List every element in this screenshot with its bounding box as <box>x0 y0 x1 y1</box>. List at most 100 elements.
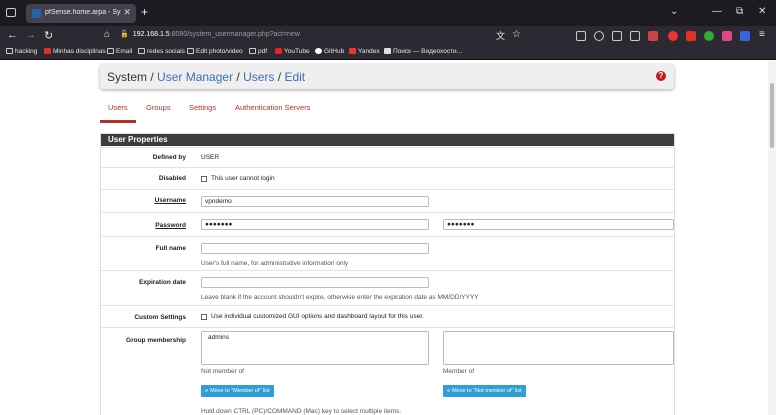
breadcrumb-users[interactable]: Users <box>243 70 274 84</box>
history-icon[interactable] <box>594 31 604 41</box>
full-name-input[interactable] <box>201 243 429 254</box>
form-row-full-name: Full name User's full name, for administ… <box>101 236 674 270</box>
move-to-member-button[interactable]: » Move to "Member of" list <box>201 385 274 397</box>
group-membership-label: Group membership <box>126 337 186 344</box>
full-name-label: Full name <box>155 245 186 252</box>
not-member-of-list[interactable]: admins <box>201 331 429 365</box>
custom-settings-checkbox[interactable] <box>201 314 207 320</box>
expiration-input[interactable] <box>201 277 429 288</box>
folder-icon <box>6 48 13 54</box>
extensions-icon[interactable] <box>612 31 622 41</box>
adblock-icon[interactable] <box>686 31 696 41</box>
url-host: 192.168.1.5 <box>132 31 170 38</box>
breadcrumb-user-manager[interactable]: User Manager <box>157 70 233 84</box>
list-tabs-icon[interactable]: ⌄ <box>670 6 678 17</box>
move-to-not-member-button[interactable]: «Move to "Not member of" list <box>443 385 526 397</box>
group-option-admins[interactable]: admins <box>208 334 422 341</box>
member-of-caption: Member of <box>443 368 475 375</box>
bookmark-item[interactable]: redes sociais <box>138 48 185 55</box>
breadcrumb-edit[interactable]: Edit <box>284 70 305 84</box>
close-window-icon[interactable]: ✕ <box>758 6 766 17</box>
form-row-disabled: Disabled This user cannot login <box>101 167 674 189</box>
folder-icon <box>107 48 114 54</box>
bookmark-item[interactable]: Minhas disciplinas <box>44 48 106 55</box>
defined-by-label: Defined by <box>152 154 186 161</box>
user-properties-panel: User Properties Defined by USER Disabled… <box>100 133 675 415</box>
shield-icon[interactable] <box>704 31 714 41</box>
custom-settings-label: Custom Settings <box>134 314 186 321</box>
pocket-icon[interactable] <box>576 31 586 41</box>
password-input[interactable]: ●●●●●●● <box>201 219 429 230</box>
username-label: Username <box>154 197 186 204</box>
password-label: Password <box>155 222 186 229</box>
menu-icon[interactable]: ≡ <box>759 29 765 40</box>
disabled-checkbox[interactable] <box>201 176 207 182</box>
bookmarks-bar: hacking Minhas disciplinas Email redes s… <box>0 46 776 60</box>
bookmark-item[interactable]: YouTube <box>275 48 310 55</box>
tab-title: pfSense.home.arpa - System: U <box>45 9 121 16</box>
custom-settings-checkbox-label: Use individual customized GUI options an… <box>211 313 424 320</box>
member-of-list[interactable] <box>443 331 674 365</box>
bookmark-item[interactable]: GitHub <box>315 48 344 55</box>
help-icon[interactable]: ? <box>656 71 666 81</box>
form-row-custom-settings: Custom Settings Use individual customize… <box>101 305 674 327</box>
breadcrumb-separator: / <box>233 70 244 84</box>
breadcrumb-system: System <box>107 70 148 84</box>
reload-icon[interactable]: ↻ <box>44 29 53 42</box>
restore-icon[interactable]: ⧉ <box>736 6 743 17</box>
ext-blue-icon[interactable] <box>740 31 750 41</box>
form-row-password: Password ●●●●●●● ●●●●●●● <box>101 212 674 236</box>
tab-authentication-servers[interactable]: Authentication Servers <box>235 103 310 123</box>
expiration-help: Leave blank if the account shouldn't exp… <box>201 294 479 301</box>
url-path: :8080/system_usermanager.php?act=new <box>169 31 300 38</box>
bookmark-item[interactable]: pdf <box>249 48 267 55</box>
forward-icon[interactable]: → <box>25 29 36 41</box>
browser-tab[interactable]: pfSense.home.arpa - System: U ✕ <box>26 4 136 23</box>
panel-title: User Properties <box>101 134 674 146</box>
bookmark-item[interactable]: Edit photo/video <box>187 48 243 55</box>
browser-nav-bar: ← → ↻ ⌂ 🔓 192.168.1.5:8080/system_userman… <box>0 26 776 46</box>
ext-red-icon[interactable] <box>648 31 658 41</box>
url-bar[interactable]: 🔓 192.168.1.5:8080/system_usermanager.php… <box>120 30 500 43</box>
breadcrumb: System / User Manager / Users / Edit ? <box>100 64 674 89</box>
bookmark-star-icon[interactable]: ☆ <box>512 29 521 40</box>
form-row-defined-by: Defined by USER <box>101 147 674 167</box>
bookmark-item[interactable]: Email <box>107 48 132 55</box>
window-menu-icon[interactable] <box>6 8 16 17</box>
folder-icon <box>187 48 194 54</box>
ext-record-icon[interactable] <box>668 31 678 41</box>
new-tab-button[interactable]: + <box>141 5 148 19</box>
tab-users[interactable]: Users <box>100 103 136 123</box>
minimize-icon[interactable]: — <box>712 6 722 17</box>
ext-pink-icon[interactable] <box>722 31 732 41</box>
folder-icon <box>138 48 145 54</box>
tab-settings[interactable]: Settings <box>189 103 216 123</box>
tab-groups[interactable]: Groups <box>146 103 171 123</box>
bookmark-item[interactable]: hacking <box>6 48 37 55</box>
not-member-of-caption: Not member of <box>201 368 244 375</box>
translate-icon[interactable]: 文 <box>496 29 505 42</box>
insecure-lock-icon: 🔓 <box>120 31 129 38</box>
close-tab-icon[interactable]: ✕ <box>123 7 131 18</box>
browser-tab-bar: pfSense.home.arpa - System: U ✕ + ⌄ — ⧉ … <box>0 0 776 26</box>
username-input[interactable]: vpndemo <box>201 196 429 207</box>
double-chevron-right-icon: » <box>205 388 209 394</box>
screenshot-icon[interactable] <box>630 31 640 41</box>
github-icon <box>315 48 322 54</box>
page-content: System / User Manager / Users / Edit ? U… <box>0 61 776 415</box>
back-icon[interactable]: ← <box>7 29 18 41</box>
defined-by-value: USER <box>201 154 220 161</box>
home-icon[interactable]: ⌂ <box>104 29 110 40</box>
bookmark-item[interactable]: Поиск — Видеохости... <box>384 48 462 55</box>
form-row-expiration: Expiration date Leave blank if the accou… <box>101 270 674 305</box>
folder-icon <box>249 48 256 54</box>
video-search-icon <box>384 48 391 54</box>
scrollbar-thumb[interactable] <box>770 83 774 148</box>
form-row-username: Username vpndemo <box>101 189 674 212</box>
disabled-label: Disabled <box>158 175 186 182</box>
breadcrumb-separator: / <box>274 70 285 84</box>
password-confirm-input[interactable]: ●●●●●●● <box>443 219 674 230</box>
scrollbar[interactable] <box>768 61 776 415</box>
yandex-icon <box>349 48 356 54</box>
bookmark-item[interactable]: Yandex <box>349 48 380 55</box>
